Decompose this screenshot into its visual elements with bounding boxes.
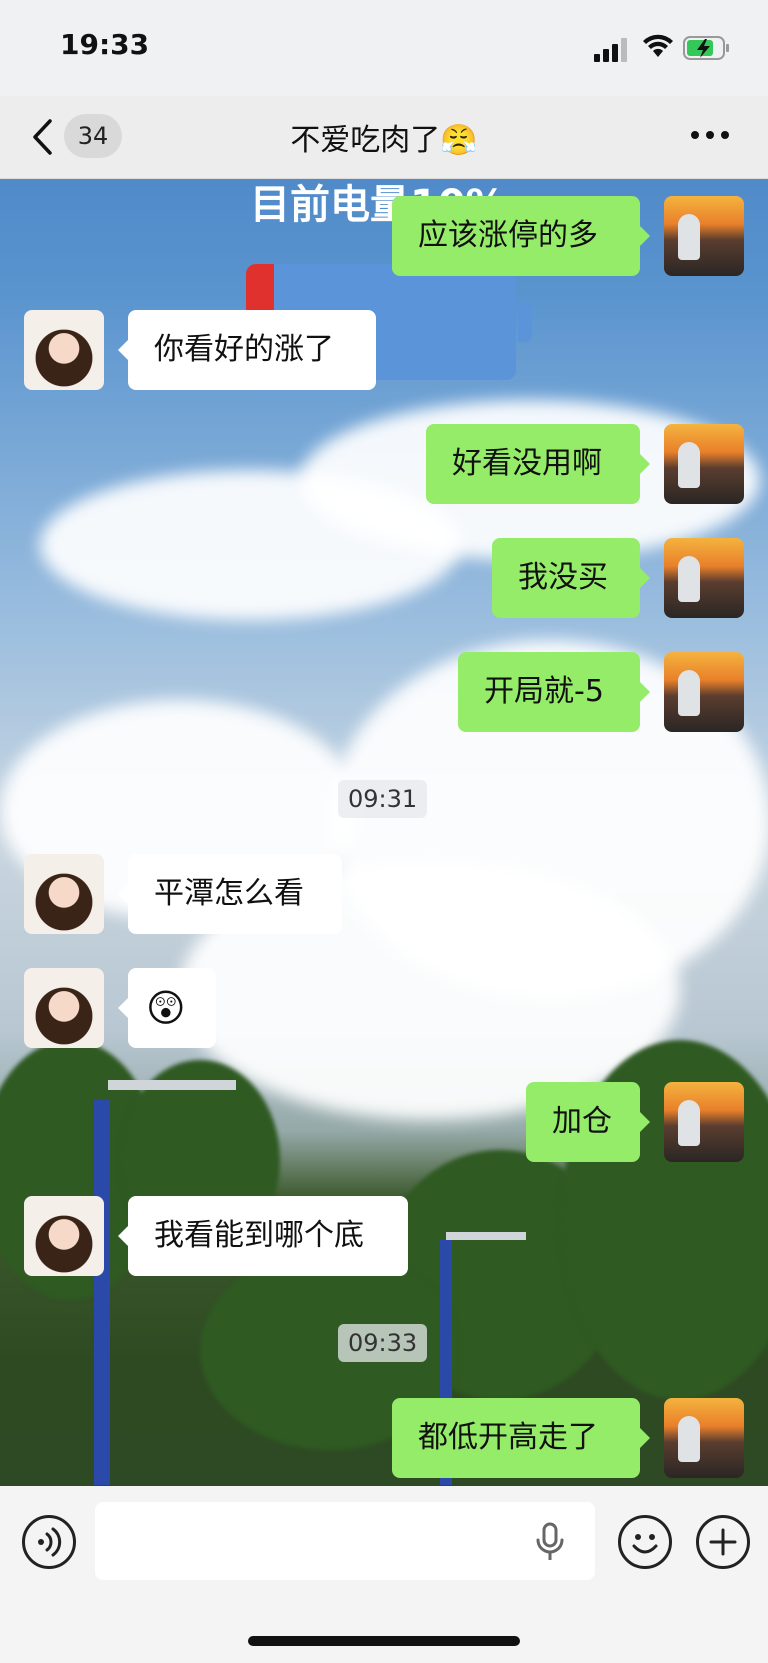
message-bubble-outgoing[interactable]: 加仓 — [526, 1082, 650, 1162]
message-bubble-incoming[interactable]: 平潭怎么看 — [118, 854, 342, 934]
message-input[interactable] — [95, 1502, 595, 1580]
wallpaper-battery-tip — [518, 302, 532, 342]
message-bubble-outgoing[interactable]: 应该涨停的多 — [392, 196, 650, 276]
contact-avatar[interactable] — [24, 968, 104, 1048]
status-time: 19:33 — [60, 28, 150, 61]
message-bubble-outgoing[interactable]: 都低开高走了 — [392, 1398, 650, 1478]
message-bubble-incoming-emoji[interactable]: 😲 — [118, 968, 216, 1048]
chat-wallpaper — [0, 0, 768, 1663]
contact-avatar[interactable] — [24, 854, 104, 934]
smiley-icon — [632, 1534, 658, 1554]
message-bubble-outgoing[interactable]: 好看没用啊 — [426, 424, 650, 504]
my-avatar[interactable] — [664, 424, 744, 504]
chat-title: 不爱吃肉了😤 — [290, 123, 478, 158]
emoji-button[interactable] — [618, 1515, 672, 1569]
contact-avatar[interactable] — [24, 1196, 104, 1276]
home-indicator[interactable] — [248, 1636, 520, 1646]
my-avatar[interactable] — [664, 1082, 744, 1162]
battery-charging-icon — [683, 36, 729, 60]
message-timestamp: 09:31 — [338, 780, 428, 818]
signal-icon — [594, 38, 627, 62]
plus-icon — [709, 1528, 737, 1556]
contact-avatar[interactable] — [24, 310, 104, 390]
unread-count-badge[interactable]: 34 — [64, 114, 122, 158]
voice-wave-icon — [38, 1527, 62, 1557]
message-bubble-outgoing[interactable]: 我没买 — [492, 538, 650, 618]
microphone-icon[interactable] — [535, 1522, 565, 1562]
message-bubble-incoming[interactable]: 你看好的涨了 — [118, 310, 376, 390]
more-functions-button[interactable] — [696, 1515, 750, 1569]
back-chevron-icon[interactable] — [30, 118, 54, 156]
my-avatar[interactable] — [664, 1398, 744, 1478]
my-avatar[interactable] — [664, 538, 744, 618]
wifi-icon — [643, 34, 673, 57]
my-avatar[interactable] — [664, 196, 744, 276]
voice-input-button[interactable] — [22, 1515, 76, 1569]
message-timestamp: 09:33 — [338, 1324, 428, 1362]
message-bubble-incoming[interactable]: 我看能到哪个底 — [118, 1196, 408, 1276]
my-avatar[interactable] — [664, 652, 744, 732]
message-bubble-outgoing[interactable]: 开局就-5 — [458, 652, 650, 732]
more-options-icon[interactable] — [690, 130, 730, 140]
